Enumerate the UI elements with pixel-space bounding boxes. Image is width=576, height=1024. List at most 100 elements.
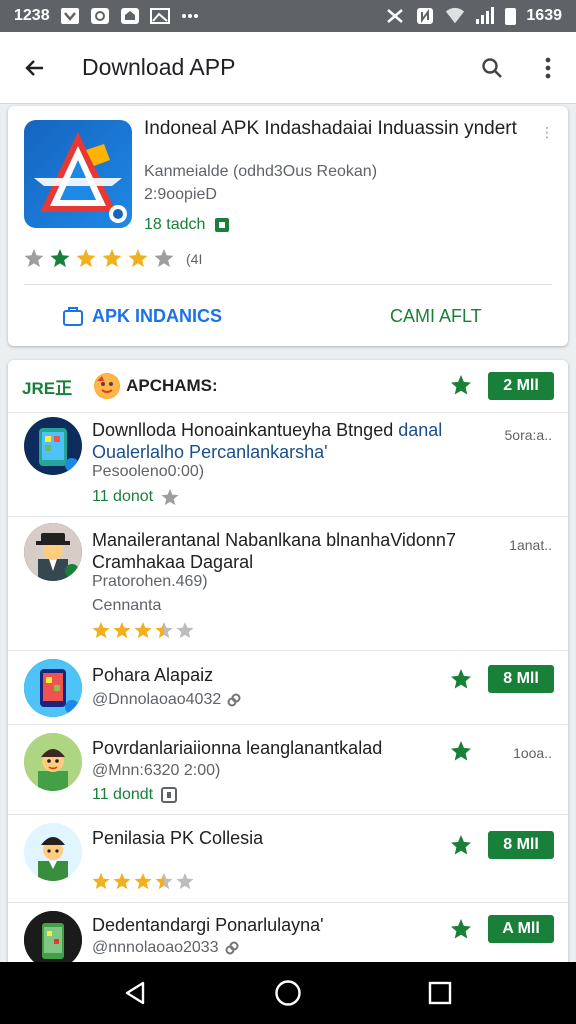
app-bar: Download APP [0,32,576,104]
nav-recents-button[interactable] [410,962,470,1024]
list-item[interactable]: Pohara Alapaiz @Dnnolaoao4032 8 Mll [8,650,568,724]
back-button[interactable] [0,32,70,104]
app-avatar [24,911,82,969]
link-icon [227,693,241,707]
app-size: 2:9oopieD [144,186,217,203]
app-title-line2: Oualerlalho Percanlankarsha' [92,442,328,462]
app-title: Dedentandargi Ponarlulayna' [92,915,324,935]
list-item[interactable]: Manailerantanal Nabanlkana blnanhaVidonn… [8,516,568,650]
rating-stars [92,622,194,639]
app-name: Indoneal APK Indashadaiai Induassin ynde… [144,118,517,139]
rating-count: (4I [186,250,203,267]
app-title: Povrdanlariaiionna leanglanantkalad [92,738,383,758]
download-count: 18 tadch [144,216,231,234]
star-icon [76,249,96,267]
signal-icon [475,7,495,25]
sync-notification-icon [90,7,110,25]
star-icon [50,249,70,267]
status-time-left: 1238 [14,7,50,24]
app-subtitle-text: @Dnnolaoao4032 [92,691,222,708]
install-button[interactable]: 8 Mll [488,831,554,859]
back-arrow-icon [25,59,43,76]
app-right-meta: 1anat.. [509,537,552,553]
nav-back-button[interactable] [106,962,166,1024]
recents-square-icon [428,981,452,1005]
app-title: Downlloda Honoainkantueyha Btnged danal … [92,419,492,463]
overflow-menu-button[interactable] [520,32,576,104]
featured-app-card[interactable]: Indoneal APK Indashadaiai Induassin ynde… [8,106,568,346]
app-subtitle: @Dnnolaoao4032 [92,691,241,709]
install-button[interactable]: 8 Mll [488,665,554,693]
action-button[interactable]: CAMI AFLT [390,302,482,330]
editors-choice-icon [451,669,471,689]
list-item[interactable]: Downlloda Honoainkantueyha Btnged danal … [8,412,568,516]
status-bar: 1238 1639 [0,0,576,32]
download-count-label: 11 donot [92,488,154,505]
app-subtitle-text: @nnnolaoao2033 [92,939,219,956]
info-badge-icon [161,787,178,803]
list-item[interactable]: Dedentandargi Ponarlulayna' @nnnolaoao20… [8,902,568,970]
app-list-card: JRE正 APCHAMS: 2 Mll Downlloda Honoainkan… [8,360,568,970]
list-item[interactable]: Povrdanlariaiionna leanglanantkalad 1ooa… [8,724,568,814]
section-title: APCHAMS: [126,376,218,395]
app-avatar [24,417,82,475]
download-count-label: 18 tadch [144,216,206,233]
star-icon [134,622,152,639]
app-title-highlight: danal [398,420,443,440]
star-icon [176,622,194,639]
nfc-icon [415,7,435,25]
list-header: JRE正 APCHAMS: 2 Mll [8,360,568,412]
app-downloads: 11 dondt [92,786,178,804]
mute-icon [385,7,405,25]
app-subtitle: Pratorohen.469) [92,573,208,590]
star-icon [113,873,131,890]
section-emoji-icon [94,373,121,399]
star-icon [92,873,110,890]
star-icon [161,488,179,505]
install-button[interactable]: A Mll [488,915,554,943]
star-icon [134,873,152,890]
star-icon [92,622,110,639]
rating-stars [92,873,194,890]
app-downloads: 11 donot [92,488,179,506]
star-icon [176,873,194,890]
app-avatar [24,659,82,717]
editors-choice-icon [451,919,471,939]
home-circle-icon [275,980,301,1006]
battery-icon [505,7,517,25]
apk-button[interactable]: APK INDANICS [62,302,222,330]
nav-home-button[interactable] [258,962,318,1024]
card-menu-dots[interactable]: ⋮ [540,124,554,141]
install-button[interactable]: 2 Mll [488,372,554,400]
verified-badge-icon [215,218,230,232]
app-title-main: Downlloda Honoainkantueyha Btnged [92,420,394,440]
app-category: Cennanta [92,597,162,614]
image-notification-icon [149,7,170,25]
divider [24,284,552,285]
star-icon [154,249,174,267]
app-avatar [24,733,82,791]
half-star-icon [155,873,173,890]
app-title-line2: Cramhakaa Dagaral [92,552,254,572]
search-button[interactable] [464,32,520,104]
action-button-label: CAMI AFLT [390,305,482,326]
star-icon [102,249,122,267]
editors-choice-icon [451,375,471,395]
app-right-meta: 1ooa.. [513,745,552,761]
star-icon [113,622,131,639]
link-icon [225,941,239,955]
app-avatar [24,823,82,881]
app-avatar [24,523,82,581]
editors-choice-icon [451,741,471,761]
system-nav-bar [0,962,576,1024]
bag-icon [63,307,83,326]
list-item[interactable]: Penilasia PK Collesia 8 Mll [8,814,568,902]
rating-stars: (4I [24,249,202,268]
more-vert-icon [545,57,551,78]
more-notifications-icon [180,7,200,25]
download-notification-icon [60,7,80,25]
search-icon [482,57,502,78]
status-time-right: 1639 [526,7,562,24]
back-triangle-icon [125,981,145,1005]
apk-button-label: APK INDANICS [92,305,223,326]
